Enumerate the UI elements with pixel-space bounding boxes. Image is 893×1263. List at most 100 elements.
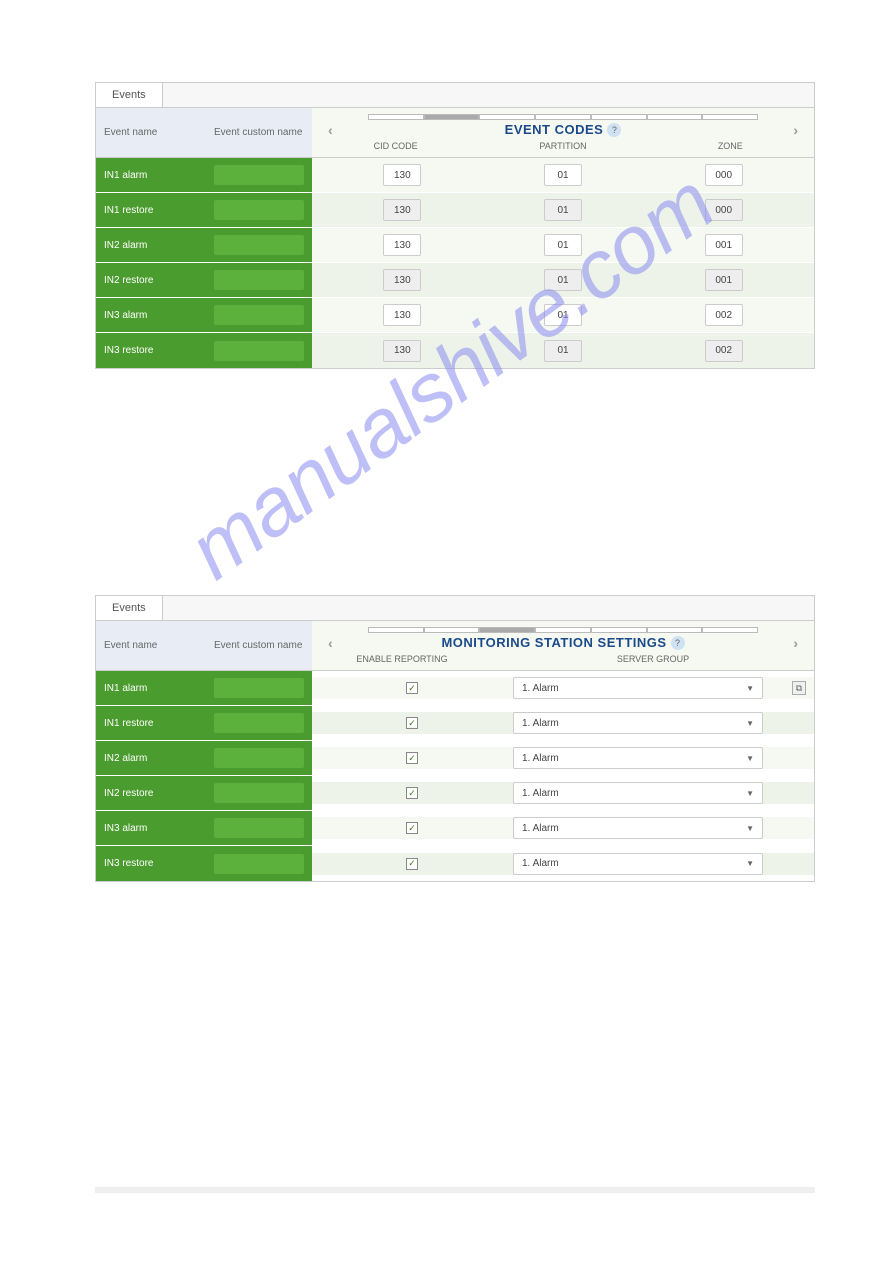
server-group-select[interactable]: 1. Alarm▼ [513,677,763,699]
right-header: ‹ EVENT CODES ? › CID CODE PARTITION ZON… [312,108,814,158]
server-group-select[interactable]: 1. Alarm▼ [513,712,763,734]
row-right-wrap: ✓ 1. Alarm▼ ⧉ [312,671,814,705]
row-right: 130 01 002 [312,333,814,368]
tab-events[interactable]: Events [95,82,163,107]
step-bar [368,627,758,633]
event-name-label: IN2 restore [104,275,214,286]
cid-input[interactable]: 130 [383,340,421,362]
step-5[interactable] [591,627,647,633]
event-name-label: IN3 restore [104,858,214,869]
step-3[interactable] [479,627,535,633]
row-left: IN3 restore [96,846,312,881]
event-name-label: IN1 alarm [104,170,214,181]
row-right: ✓ 1. Alarm▼ [312,817,814,839]
partition-input[interactable]: 01 [544,234,582,256]
row-right-wrap: ✓ 1. Alarm▼ [312,811,814,845]
event-codes-panel: Events Event name Event custom name ‹ EV… [95,82,815,369]
step-7[interactable] [702,627,758,633]
custom-name-input[interactable] [214,854,304,874]
cid-input[interactable]: 130 [383,304,421,326]
monitoring-panel: Events Event name Event custom name ‹ MO… [95,595,815,882]
step-6[interactable] [647,114,703,120]
step-2[interactable] [424,114,480,120]
left-header: Event name Event custom name [96,108,312,158]
server-group-select[interactable]: 1. Alarm▼ [513,853,763,875]
chevron-down-icon: ▼ [746,789,754,798]
server-group-select[interactable]: 1. Alarm▼ [513,817,763,839]
custom-name-input[interactable] [214,165,304,185]
enable-checkbox[interactable]: ✓ [406,787,418,799]
zone-input[interactable]: 001 [705,269,743,291]
partition-input[interactable]: 01 [544,199,582,221]
row-right: 130 01 002 [312,298,814,332]
partition-input[interactable]: 01 [544,269,582,291]
zone-input[interactable]: 001 [705,234,743,256]
custom-name-input[interactable] [214,200,304,220]
prev-arrow-icon[interactable]: ‹ [328,122,333,138]
partition-input[interactable]: 01 [544,340,582,362]
table-row: IN3 alarm ✓ 1. Alarm▼ [96,811,814,846]
chevron-down-icon: ▼ [746,719,754,728]
custom-name-input[interactable] [214,818,304,838]
cid-input[interactable]: 130 [383,164,421,186]
step-4[interactable] [535,627,591,633]
row-left: IN1 restore [96,193,312,227]
table-row: IN3 restore ✓ 1. Alarm▼ [96,846,814,881]
help-icon[interactable]: ? [671,636,685,650]
cid-input[interactable]: 130 [383,199,421,221]
partition-input[interactable]: 01 [544,304,582,326]
event-codes-rows: IN1 alarm 130 01 000 IN1 restore 130 01 000 IN2 … [96,158,814,368]
tab-events[interactable]: Events [95,595,163,620]
table-row: IN1 restore✓1. Alarm▼ [96,706,814,741]
step-5[interactable] [591,114,647,120]
table-row: IN2 alarm13001001 [96,228,814,263]
row-right-wrap: ✓ 1. Alarm▼ [312,706,814,740]
event-name-label: IN1 restore [104,205,214,216]
step-1[interactable] [368,114,424,120]
enable-checkbox[interactable]: ✓ [406,822,418,834]
row-left: IN3 alarm [96,811,312,845]
custom-name-input[interactable] [214,305,304,325]
copy-icon[interactable]: ⧉ [792,681,806,695]
server-group-select[interactable]: 1. Alarm▼ [513,747,763,769]
zone-input[interactable]: 000 [705,164,743,186]
table-row: IN2 alarm✓1. Alarm▼ [96,741,814,776]
row-right: 130 01 000 [312,158,814,192]
custom-name-input[interactable] [214,270,304,290]
row-right-wrap: ✓ 1. Alarm▼ [312,846,814,881]
cid-input[interactable]: 130 [383,234,421,256]
row-left: IN1 alarm [96,671,312,705]
table-row: IN1 alarm ✓ 1. Alarm▼ ⧉ [96,671,814,706]
step-1[interactable] [368,627,424,633]
custom-name-input[interactable] [214,713,304,733]
custom-name-input[interactable] [214,678,304,698]
step-3[interactable] [479,114,535,120]
enable-checkbox[interactable]: ✓ [406,752,418,764]
enable-checkbox[interactable]: ✓ [406,682,418,694]
step-4[interactable] [535,114,591,120]
custom-name-input[interactable] [214,341,304,361]
prev-arrow-icon[interactable]: ‹ [328,635,333,651]
enable-checkbox[interactable]: ✓ [406,717,418,729]
cid-input[interactable]: 130 [383,269,421,291]
zone-input[interactable]: 002 [705,340,743,362]
sub-header-row: ENABLE REPORTING SERVER GROUP [312,652,814,666]
custom-name-input[interactable] [214,783,304,803]
table-row: IN3 alarm13001002 [96,298,814,333]
custom-name-input[interactable] [214,235,304,255]
step-2[interactable] [424,627,480,633]
custom-name-input[interactable] [214,748,304,768]
next-arrow-icon[interactable]: › [793,635,798,651]
partition-input[interactable]: 01 [544,164,582,186]
zone-input[interactable]: 002 [705,304,743,326]
header-event-custom: Event custom name [214,640,304,651]
server-group-select[interactable]: 1. Alarm▼ [513,782,763,804]
header-event-name: Event name [104,640,214,651]
step-6[interactable] [647,627,703,633]
help-icon[interactable]: ? [607,123,621,137]
step-7[interactable] [702,114,758,120]
row-left: IN3 restore [96,333,312,368]
enable-checkbox[interactable]: ✓ [406,858,418,870]
zone-input[interactable]: 000 [705,199,743,221]
next-arrow-icon[interactable]: › [793,122,798,138]
